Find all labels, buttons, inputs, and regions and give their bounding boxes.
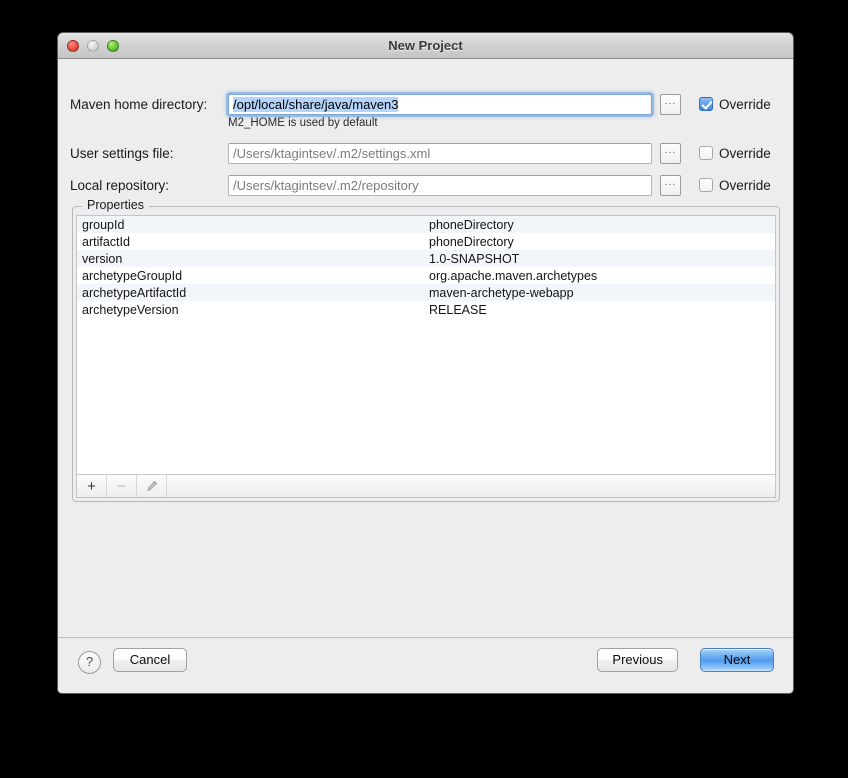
close-button[interactable] xyxy=(67,39,79,52)
maven-home-directory-field-wrap: /opt/local/share/java/maven3 xyxy=(228,93,652,115)
user-settings-file-row: User settings file: /Users/ktagintsev/.m… xyxy=(70,142,781,164)
properties-table[interactable]: groupId phoneDirectory artifactId phoneD… xyxy=(77,216,775,474)
table-row[interactable]: groupId phoneDirectory xyxy=(77,216,775,233)
local-repository-override-label: Override xyxy=(719,177,771,193)
local-repository-label: Local repository: xyxy=(70,177,170,193)
window-titlebar[interactable]: New Project xyxy=(58,33,793,59)
user-settings-file-browse-button[interactable]: ... xyxy=(660,142,681,164)
previous-button[interactable]: Previous xyxy=(597,648,678,672)
property-value: phoneDirectory xyxy=(429,234,514,249)
properties-group: Properties groupId phoneDirectory artifa… xyxy=(72,198,780,502)
user-settings-file-override[interactable]: Override xyxy=(699,146,771,161)
local-repository-override-checkbox[interactable] xyxy=(699,178,713,192)
local-repository-override[interactable]: Override xyxy=(699,178,771,193)
property-key: archetypeVersion xyxy=(82,302,179,317)
table-row[interactable]: archetypeGroupId org.apache.maven.archet… xyxy=(77,267,775,284)
property-value: org.apache.maven.archetypes xyxy=(429,268,598,283)
property-value: maven-archetype-webapp xyxy=(429,285,574,300)
properties-group-title: Properties xyxy=(82,198,149,212)
properties-toolbar-filler xyxy=(167,475,775,497)
table-row[interactable]: version 1.0-SNAPSHOT xyxy=(77,250,775,267)
maven-home-directory-row: Maven home directory: /opt/local/share/j… xyxy=(70,93,781,115)
maven-home-directory-override[interactable]: Override xyxy=(699,97,771,112)
minimize-button[interactable] xyxy=(87,39,99,52)
maven-home-directory-label: Maven home directory: xyxy=(70,96,208,112)
dialog-footer: ? Cancel Previous Next xyxy=(58,637,793,693)
property-key: archetypeGroupId xyxy=(82,268,183,283)
local-repository-input[interactable]: /Users/ktagintsev/.m2/repository xyxy=(228,174,652,196)
new-project-dialog-window: New Project Maven home directory: /opt/l… xyxy=(57,32,794,694)
maven-home-directory-browse-button[interactable]: ... xyxy=(660,93,681,115)
property-value: RELEASE xyxy=(429,302,487,317)
maven-home-hint-text: M2_HOME is used by default xyxy=(228,117,378,129)
maven-home-directory-value: /opt/local/share/java/maven3 xyxy=(233,96,399,112)
property-value: 1.0-SNAPSHOT xyxy=(429,251,520,266)
next-button[interactable]: Next xyxy=(700,648,774,672)
user-settings-file-override-label: Override xyxy=(719,145,771,161)
user-settings-file-override-checkbox[interactable] xyxy=(699,146,713,160)
maven-home-directory-input[interactable]: /opt/local/share/java/maven3 xyxy=(228,93,652,115)
property-key: artifactId xyxy=(82,234,130,249)
property-key: archetypeArtifactId xyxy=(82,285,187,300)
table-row[interactable]: archetypeArtifactId maven-archetype-weba… xyxy=(77,284,775,301)
property-key: version xyxy=(82,251,123,266)
maven-home-directory-override-checkbox[interactable] xyxy=(699,97,713,111)
edit-pencil-icon xyxy=(146,480,157,492)
cancel-button[interactable]: Cancel xyxy=(113,648,187,672)
local-repository-browse-button[interactable]: ... xyxy=(660,174,681,196)
add-property-button[interactable]: + xyxy=(77,475,107,497)
zoom-button[interactable] xyxy=(107,39,119,52)
property-key: groupId xyxy=(82,217,125,232)
remove-property-button[interactable]: − xyxy=(107,475,137,497)
maven-home-directory-override-label: Override xyxy=(719,96,771,112)
user-settings-file-input[interactable]: /Users/ktagintsev/.m2/settings.xml xyxy=(228,142,652,164)
help-button[interactable]: ? xyxy=(78,651,101,674)
table-row[interactable]: archetypeVersion RELEASE xyxy=(77,301,775,318)
dialog-content: Maven home directory: /opt/local/share/j… xyxy=(58,59,793,693)
local-repository-row: Local repository: /Users/ktagintsev/.m2/… xyxy=(70,174,781,196)
window-traffic-lights xyxy=(67,39,119,52)
properties-table-wrap: groupId phoneDirectory artifactId phoneD… xyxy=(76,215,776,498)
user-settings-file-label: User settings file: xyxy=(70,145,174,161)
window-title: New Project xyxy=(388,38,463,53)
user-settings-file-field-wrap: /Users/ktagintsev/.m2/settings.xml xyxy=(228,142,652,164)
local-repository-field-wrap: /Users/ktagintsev/.m2/repository xyxy=(228,174,652,196)
properties-toolbar: + − xyxy=(77,474,775,497)
property-value: phoneDirectory xyxy=(429,217,514,232)
edit-property-button[interactable] xyxy=(137,475,167,497)
table-row[interactable]: artifactId phoneDirectory xyxy=(77,233,775,250)
